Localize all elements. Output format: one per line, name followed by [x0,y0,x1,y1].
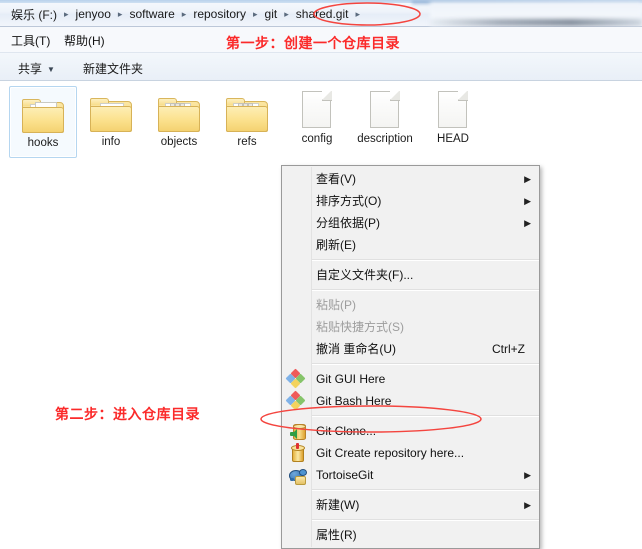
menu-item-label: 粘贴(P) [316,298,356,312]
chevron-right-icon: ▸ [284,9,289,19]
menu-item-git-create-repository-here[interactable]: Git Create repository here... [282,442,539,464]
file-icon [352,85,418,129]
breadcrumb-item-jenyoo[interactable]: jenyoo [75,7,112,21]
folder-icon [78,88,144,132]
menu-item-view[interactable]: 查看(V) ▶ [282,168,539,190]
menu-item-label: 粘贴快捷方式(S) [316,320,404,334]
share-label: 共享 [18,62,43,76]
git-bash-icon [285,390,306,411]
menu-item-git-gui-here[interactable]: Git GUI Here [282,368,539,390]
command-bar: 共享 ▼ 新建文件夹 [0,53,642,81]
chevron-right-icon: ▸ [355,9,360,19]
chevron-down-icon: ▼ [47,65,55,74]
annotation-step-2: 第二步：进入仓库目录 [55,406,200,422]
menu-item-git-clone[interactable]: Git Clone... [282,420,539,442]
menu-separator [311,363,539,365]
share-button[interactable]: 共享 ▼ [18,60,55,77]
menu-separator [311,289,539,291]
folder-icon [214,88,280,132]
menu-item-tortoisegit[interactable]: TortoiseGit ▶ [282,464,539,486]
menu-item-label: 排序方式(O) [316,194,382,208]
file-item-info[interactable]: info [78,88,144,149]
breadcrumb-item-software[interactable]: software [128,7,175,21]
menu-item-refresh[interactable]: 刷新(E) [282,234,539,256]
menu-item-label: 新建(W) [316,498,360,512]
file-item-label: refs [237,136,257,148]
menu-separator [311,259,539,261]
menu-item-paste: 粘贴(P) [282,294,539,316]
file-icon [420,85,486,129]
breadcrumb-item-shared-git[interactable]: shared.git [295,7,350,21]
chevron-right-icon: ▸ [64,9,69,19]
chevron-right-icon: ▸ [117,9,123,19]
file-item-label: config [301,133,333,145]
chevron-right-icon: ▸ [253,9,258,19]
breadcrumb-item-repository[interactable]: repository [192,7,247,21]
file-item-config[interactable]: config [284,85,350,146]
submenu-arrow-icon: ▶ [524,196,531,206]
file-item-label: description [357,133,413,145]
git-gui-icon [285,368,306,389]
annotation-step-1: 第一步：创建一个仓库目录 [226,35,400,51]
menu-item-git-bash-here[interactable]: Git Bash Here [282,390,539,412]
menu-separator [311,489,539,491]
menu-help[interactable]: 帮助(H) [64,32,105,49]
menu-item-label: Git Bash Here [316,394,392,408]
menu-item-shortcut: Ctrl+Z [492,342,525,356]
menu-separator [311,415,539,417]
menu-item-group-by[interactable]: 分组依据(P) ▶ [282,212,539,234]
git-create-repository-icon [287,443,305,462]
file-item-label: info [101,136,121,148]
folder-icon [10,89,76,133]
menu-item-label: Git Clone... [316,424,377,438]
new-folder-button[interactable]: 新建文件夹 [83,60,143,77]
menu-item-paste-shortcut: 粘贴快捷方式(S) [282,316,539,338]
menu-item-label: 刷新(E) [316,238,356,252]
breadcrumb-item-drive[interactable]: 娱乐 (F:) [10,6,58,23]
menu-tools[interactable]: 工具(T) [11,32,50,49]
file-item-label: hooks [27,137,59,149]
menu-item-sort-by[interactable]: 排序方式(O) ▶ [282,190,539,212]
menu-item-properties[interactable]: 属性(R) [282,524,539,546]
file-item-refs[interactable]: refs [214,88,280,149]
submenu-arrow-icon: ▶ [524,174,531,184]
chevron-right-icon: ▸ [181,9,187,19]
breadcrumb[interactable]: 娱乐 (F:) ▸ jenyoo ▸ software ▸ repository… [10,5,362,23]
file-item-label: objects [160,136,198,148]
menu-item-customize-folder[interactable]: 自定义文件夹(F)... [282,264,539,286]
file-item-head[interactable]: HEAD [420,85,486,146]
file-item-label: HEAD [437,133,469,145]
file-item-hooks[interactable]: hooks [9,86,77,158]
file-item-objects[interactable]: objects [146,88,212,149]
menu-item-new[interactable]: 新建(W) ▶ [282,494,539,516]
menu-item-undo-rename[interactable]: 撤消 重命名(U) Ctrl+Z [282,338,539,360]
menu-item-label: TortoiseGit [316,468,374,482]
breadcrumb-item-git[interactable]: git [264,7,279,21]
address-bar[interactable]: 娱乐 (F:) ▸ jenyoo ▸ software ▸ repository… [0,0,642,27]
file-icon [284,85,350,129]
menu-item-label: Git Create repository here... [316,446,465,460]
address-bar-blur-strip [430,19,642,26]
menu-item-label: Git GUI Here [316,372,386,386]
explorer-window: 娱乐 (F:) ▸ jenyoo ▸ software ▸ repository… [0,0,642,549]
menu-item-label: 自定义文件夹(F)... [316,268,414,282]
submenu-arrow-icon: ▶ [524,470,531,480]
context-menu[interactable]: 查看(V) ▶ 排序方式(O) ▶ 分组依据(P) ▶ 刷新(E) 自定义文件夹… [281,165,540,549]
submenu-arrow-icon: ▶ [524,500,531,510]
menu-item-label: 属性(R) [316,528,357,542]
menu-item-label: 撤消 重命名(U) [316,342,396,356]
menu-item-label: 分组依据(P) [316,216,380,230]
git-clone-icon [287,422,306,440]
tortoisegit-icon [287,466,307,485]
file-item-description[interactable]: description [352,85,418,146]
menu-item-label: 查看(V) [316,172,356,186]
menu-separator [311,519,539,521]
submenu-arrow-icon: ▶ [524,218,531,228]
folder-icon [146,88,212,132]
